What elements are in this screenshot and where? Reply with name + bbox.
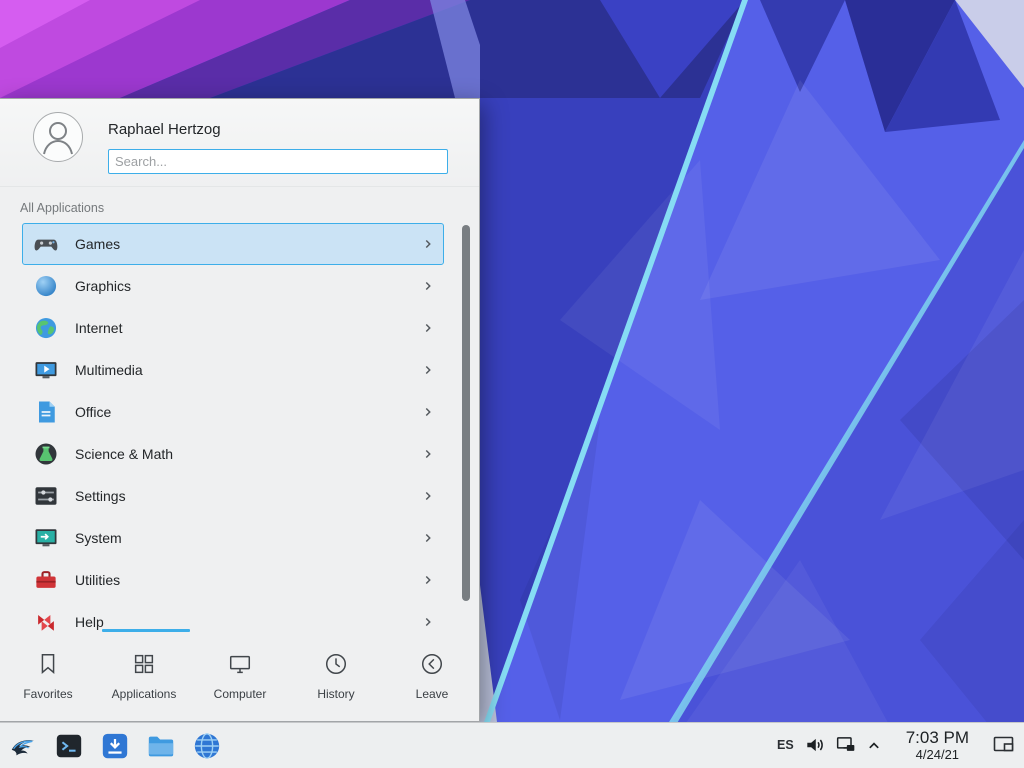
person-icon xyxy=(34,113,82,161)
category-label: Graphics xyxy=(75,278,421,294)
category-label: Games xyxy=(75,236,421,252)
chevron-right-icon xyxy=(421,615,435,629)
chevron-right-icon xyxy=(421,489,435,503)
tab-label: History xyxy=(317,687,354,701)
chevron-right-icon xyxy=(421,363,435,377)
history-icon xyxy=(323,651,349,677)
category-item-science-math[interactable]: Science & Math xyxy=(22,433,444,475)
terminal-icon[interactable] xyxy=(54,731,84,761)
tab-applications[interactable]: Applications xyxy=(96,629,192,721)
category-item-games[interactable]: Games xyxy=(22,223,444,265)
category-item-graphics[interactable]: Graphics xyxy=(22,265,444,307)
tab-history[interactable]: History xyxy=(288,629,384,721)
applications-icon xyxy=(131,651,157,677)
category-label: Science & Math xyxy=(75,446,421,462)
favorites-icon xyxy=(35,651,61,677)
category-list: Games Graphics Internet Multimedia Offic… xyxy=(0,223,480,631)
leave-icon xyxy=(419,651,445,677)
category-item-multimedia[interactable]: Multimedia xyxy=(22,349,444,391)
computer-icon xyxy=(227,651,253,677)
settings-icon xyxy=(32,482,60,510)
category-label: Internet xyxy=(75,320,421,336)
tab-label: Favorites xyxy=(23,687,72,701)
chevron-right-icon xyxy=(421,279,435,293)
system-tray: ES 7:03 PM 4/24/21 xyxy=(777,728,1024,762)
chevron-right-icon xyxy=(421,573,435,587)
category-label: Office xyxy=(75,404,421,420)
clock[interactable]: 7:03 PM 4/24/21 xyxy=(906,728,969,762)
launcher-header: Raphael Hertzog xyxy=(0,99,479,187)
tab-label: Applications xyxy=(112,687,177,701)
tab-favorites[interactable]: Favorites xyxy=(0,629,96,721)
category-label: System xyxy=(75,530,421,546)
chevron-right-icon xyxy=(421,237,435,251)
category-item-internet[interactable]: Internet xyxy=(22,307,444,349)
show-desktop-icon[interactable] xyxy=(992,733,1016,757)
science-icon xyxy=(32,440,60,468)
browser-icon[interactable] xyxy=(192,731,222,761)
taskbar: ES 7:03 PM 4/24/21 xyxy=(0,722,1024,768)
category-item-help[interactable]: Help xyxy=(22,601,444,631)
clock-time: 7:03 PM xyxy=(906,728,969,748)
software-center-icon[interactable] xyxy=(100,731,130,761)
chevron-right-icon xyxy=(421,405,435,419)
tab-label: Leave xyxy=(416,687,449,701)
network-icon[interactable] xyxy=(836,735,856,755)
user-name: Raphael Hertzog xyxy=(108,121,221,138)
volume-icon[interactable] xyxy=(805,735,825,755)
clock-date: 4/24/21 xyxy=(906,748,969,763)
category-item-system[interactable]: System xyxy=(22,517,444,559)
taskbar-launchers xyxy=(0,731,222,761)
help-icon xyxy=(32,608,60,631)
tab-computer[interactable]: Computer xyxy=(192,629,288,721)
file-manager-icon[interactable] xyxy=(146,731,176,761)
chevron-right-icon xyxy=(421,321,435,335)
category-label: Utilities xyxy=(75,572,421,588)
active-tab-indicator xyxy=(102,629,190,632)
search-input[interactable] xyxy=(108,149,448,174)
chevron-right-icon xyxy=(421,447,435,461)
tab-label: Computer xyxy=(214,687,267,701)
list-scrollbar[interactable] xyxy=(462,225,470,601)
category-label: Settings xyxy=(75,488,421,504)
graphics-icon xyxy=(32,272,60,300)
tray-expand-caret-icon[interactable] xyxy=(867,739,881,751)
desktop: Raphael Hertzog All Applications Games G… xyxy=(0,0,1024,768)
section-label: All Applications xyxy=(20,201,104,215)
games-icon xyxy=(32,230,60,258)
application-launcher: Raphael Hertzog All Applications Games G… xyxy=(0,98,480,722)
tab-leave[interactable]: Leave xyxy=(384,629,480,721)
system-icon xyxy=(32,524,60,552)
office-icon xyxy=(32,398,60,426)
utilities-icon xyxy=(32,566,60,594)
launcher-tabbar: Favorites Applications Computer History … xyxy=(0,629,480,721)
user-avatar[interactable] xyxy=(33,112,83,162)
multimedia-icon xyxy=(32,356,60,384)
category-label: Help xyxy=(75,614,421,630)
category-item-settings[interactable]: Settings xyxy=(22,475,444,517)
internet-icon xyxy=(32,314,60,342)
chevron-right-icon xyxy=(421,531,435,545)
category-item-utilities[interactable]: Utilities xyxy=(22,559,444,601)
category-item-office[interactable]: Office xyxy=(22,391,444,433)
category-label: Multimedia xyxy=(75,362,421,378)
kali-launcher-icon[interactable] xyxy=(8,731,38,761)
keyboard-layout-indicator[interactable]: ES xyxy=(777,738,794,752)
